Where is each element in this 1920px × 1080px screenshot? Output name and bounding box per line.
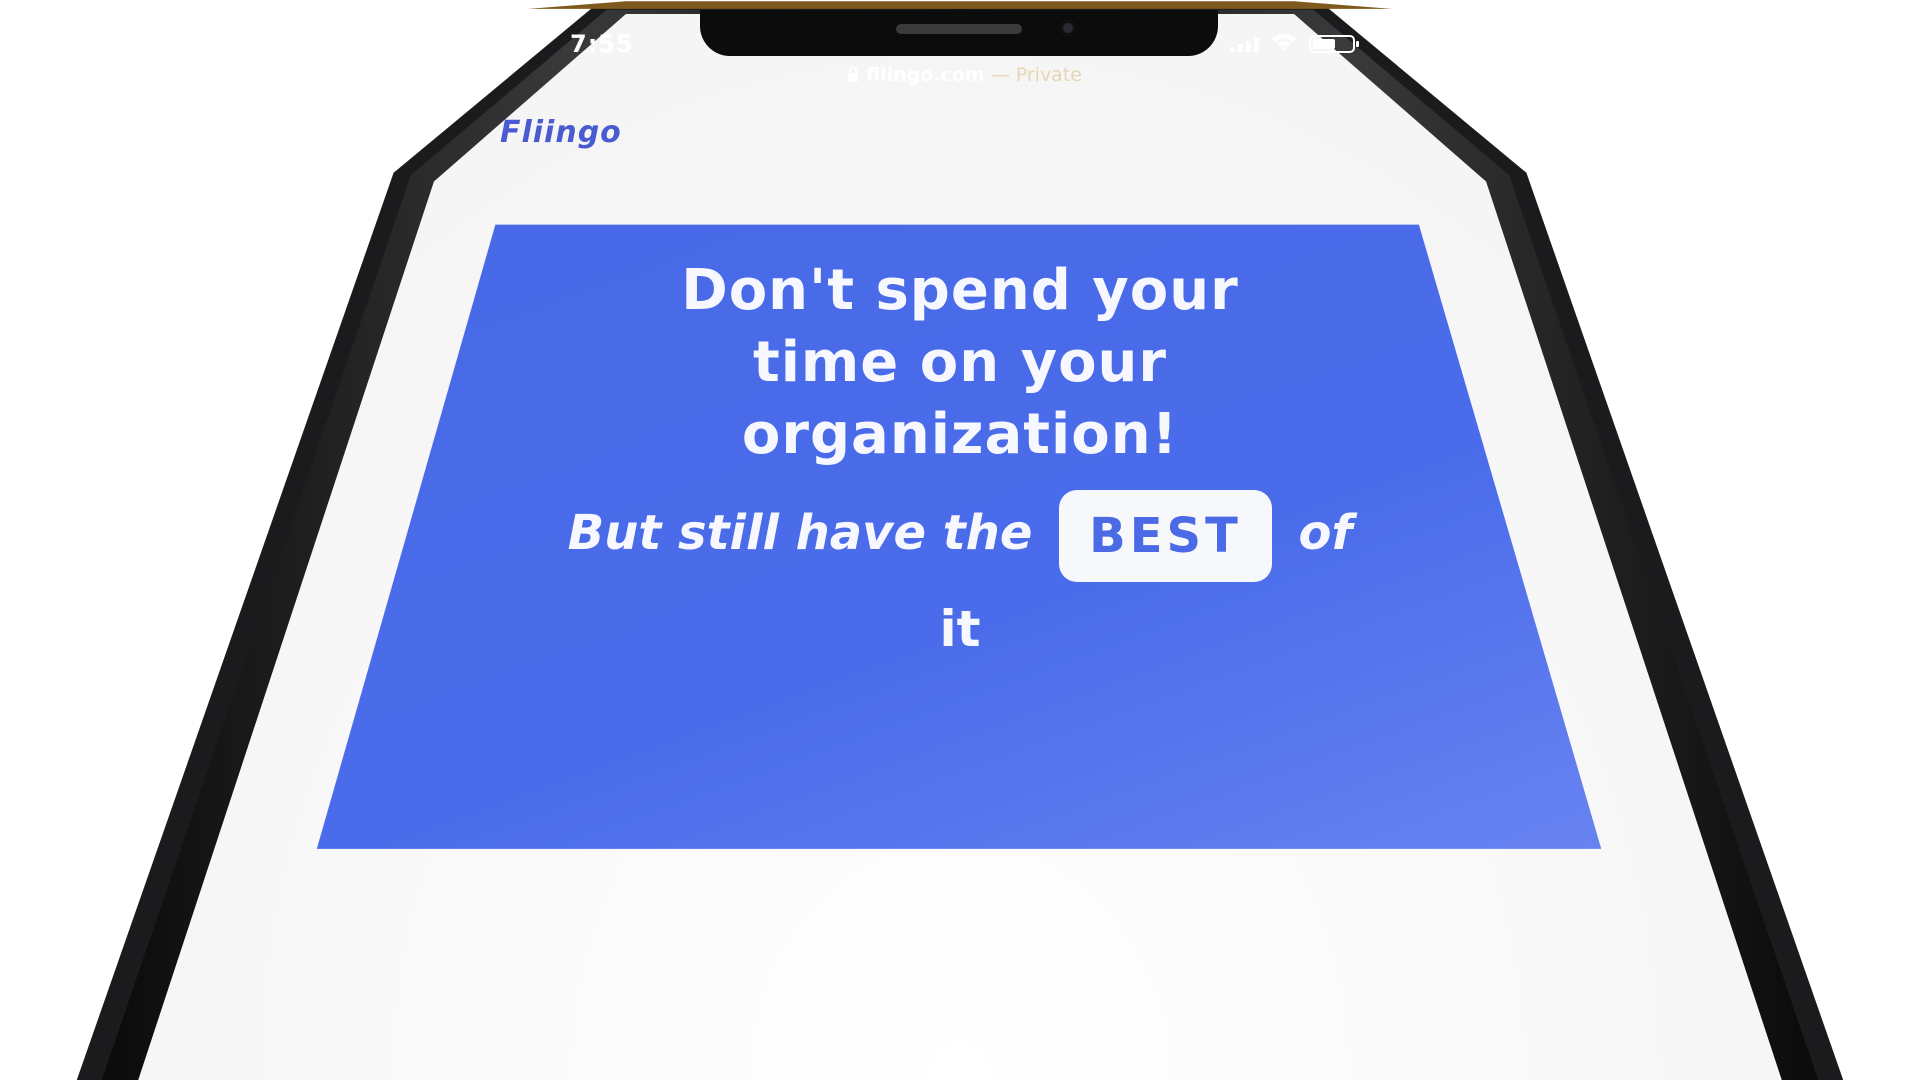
battery-level xyxy=(1313,39,1335,49)
site-logo[interactable]: Fliingo xyxy=(500,115,622,150)
hero-subline: But still have the BEST of xyxy=(480,490,1440,582)
url-host: fliingo.com xyxy=(866,64,985,86)
private-mode-label: — Private xyxy=(990,64,1082,86)
speaker-grille xyxy=(896,24,1022,34)
headline-line: organization! xyxy=(741,402,1179,467)
headline-line: time on your xyxy=(752,330,1168,395)
subline-text: But still have the xyxy=(567,505,1033,561)
phone-mockup: 7:55 fliingo.com — Private Fliingo Don't… xyxy=(0,0,1920,1080)
lock-icon xyxy=(848,66,859,82)
wifi-icon xyxy=(1271,33,1297,55)
subline-text: of xyxy=(1298,505,1353,561)
signal-icon xyxy=(1230,36,1259,52)
headline-line: Don't spend your xyxy=(681,258,1239,323)
address-bar[interactable]: fliingo.com — Private xyxy=(800,64,1130,86)
battery-icon xyxy=(1309,35,1359,53)
best-badge: BEST xyxy=(1059,490,1272,582)
front-camera xyxy=(1060,20,1076,36)
subline-tail: it xyxy=(939,600,981,658)
hero-headline: Don't spend your time on your organizati… xyxy=(560,255,1360,471)
status-icons xyxy=(1230,33,1359,55)
status-time: 7:55 xyxy=(570,30,634,58)
